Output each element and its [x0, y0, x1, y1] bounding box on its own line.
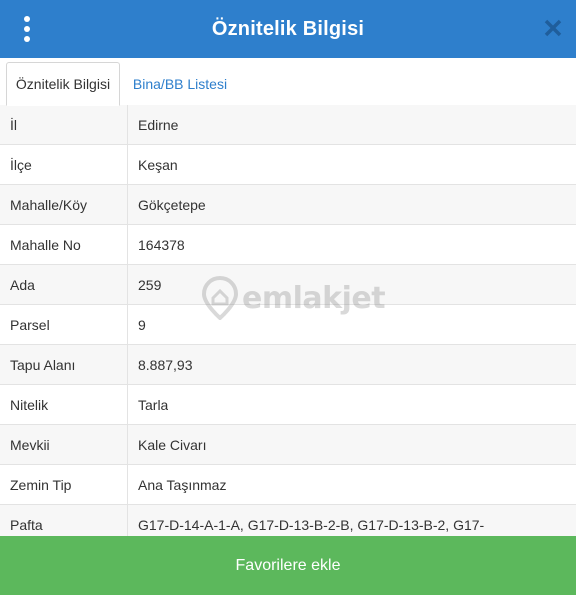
table-row: Parsel 9: [0, 305, 576, 345]
row-value: Edirne: [138, 116, 179, 133]
row-label: Mevkii: [0, 425, 128, 464]
header-bar: Öznitelik Bilgisi: [0, 0, 576, 58]
add-to-favorites-button[interactable]: Favorilere ekle: [0, 536, 576, 595]
row-value: Ana Taşınmaz: [138, 476, 227, 493]
table-row: Mahalle/Köy Gökçetepe: [0, 185, 576, 225]
tab-oznitelik-bilgisi[interactable]: Öznitelik Bilgisi: [6, 62, 120, 106]
row-value: 164378: [138, 236, 185, 253]
row-label: Parsel: [0, 305, 128, 344]
row-label: İlçe: [0, 145, 128, 184]
row-value: 8.887,93: [138, 356, 193, 373]
table-row: Nitelik Tarla: [0, 385, 576, 425]
row-label: İl: [0, 105, 128, 144]
row-label: Mahalle No: [0, 225, 128, 264]
row-value: Keşan: [138, 156, 178, 173]
row-label: Ada: [0, 265, 128, 304]
tab-bar: Öznitelik Bilgisi Bina/BB Listesi: [0, 58, 576, 106]
row-value: 9: [138, 316, 146, 333]
table-row: Zemin Tip Ana Taşınmaz: [0, 465, 576, 505]
tab-bina-bb-listesi[interactable]: Bina/BB Listesi: [124, 62, 236, 105]
row-label: Mahalle/Köy: [0, 185, 128, 224]
row-value: 259: [138, 276, 162, 293]
table-row: Mahalle No 164378: [0, 225, 576, 265]
attribute-table: İl Edirne İlçe Keşan Mahalle/Köy Gökçete…: [0, 105, 576, 545]
table-row: İl Edirne: [0, 105, 576, 145]
more-vertical-icon[interactable]: [20, 16, 34, 42]
row-value: Gökçetepe: [138, 196, 206, 213]
row-value: Tarla: [138, 396, 169, 413]
table-row: Mevkii Kale Civarı: [0, 425, 576, 465]
row-label: Tapu Alanı: [0, 345, 128, 384]
table-row: Tapu Alanı 8.887,93: [0, 345, 576, 385]
table-row: İlçe Keşan: [0, 145, 576, 185]
close-icon[interactable]: [544, 18, 562, 38]
row-value: Kale Civarı: [138, 436, 207, 453]
page-title: Öznitelik Bilgisi: [211, 17, 365, 40]
table-row: Ada 259: [0, 265, 576, 305]
row-label: Zemin Tip: [0, 465, 128, 504]
row-label: Nitelik: [0, 385, 128, 424]
